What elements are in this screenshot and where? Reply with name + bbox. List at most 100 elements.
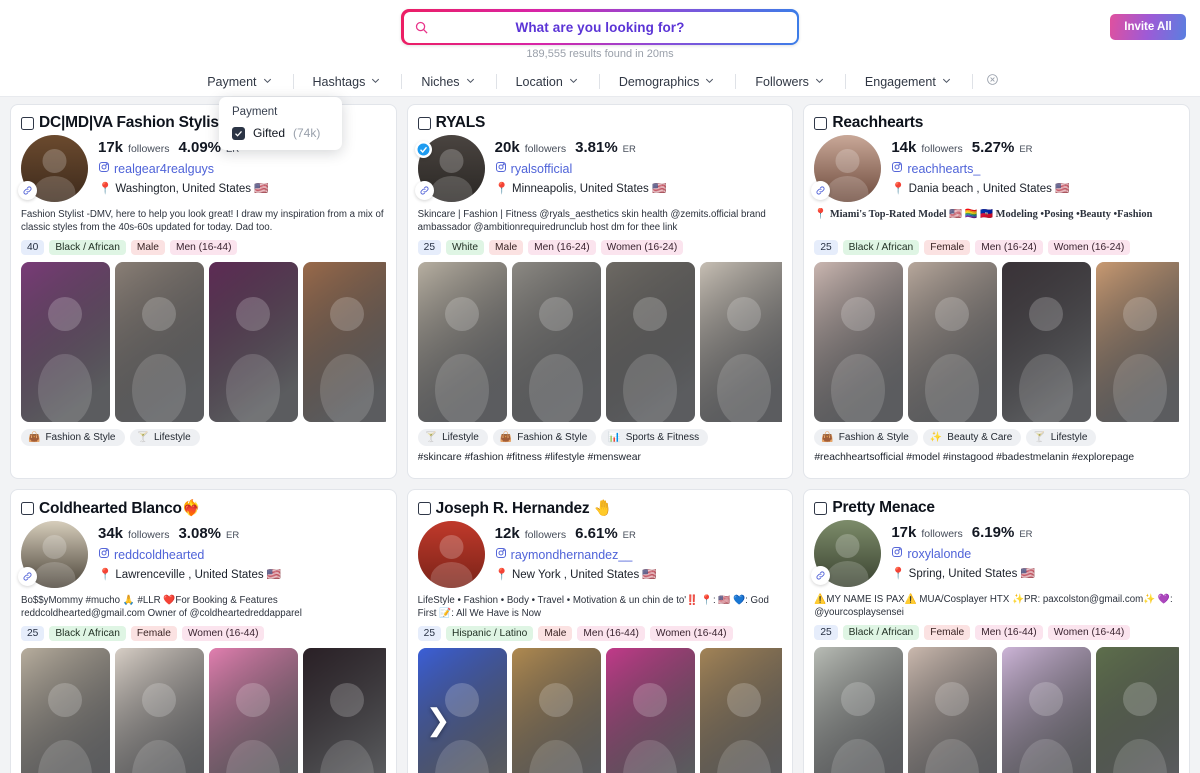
post-thumbnail[interactable] <box>303 262 386 422</box>
tag-gender: Female <box>130 626 177 641</box>
location-row: 📍 Washington, United States 🇺🇸 <box>98 181 269 195</box>
category-chip[interactable]: 👜 Fashion & Style <box>21 429 125 446</box>
post-thumbnail[interactable] <box>814 647 904 773</box>
select-checkbox[interactable] <box>814 116 828 130</box>
carousel-next-arrow-icon[interactable]: ❯ <box>426 706 451 736</box>
filter-engagement[interactable]: Engagement <box>844 73 972 91</box>
post-thumbnail[interactable] <box>209 262 298 422</box>
tag-audience: Men (16-24) <box>975 240 1043 255</box>
select-checkbox[interactable] <box>814 501 828 515</box>
external-link-icon[interactable] <box>18 181 37 200</box>
post-thumbnail[interactable] <box>511 648 601 773</box>
post-thumbnail[interactable] <box>417 262 507 422</box>
influencer-card[interactable]: Pretty Menace 17k followers 6.19% ER rox… <box>803 489 1190 773</box>
instagram-handle[interactable]: roxylalonde <box>907 547 971 561</box>
tag-ethnicity: Hispanic / Latino <box>446 626 534 641</box>
search-bar[interactable]: What are you looking for? <box>401 9 799 45</box>
post-thumbnail[interactable] <box>699 648 783 773</box>
category-chip[interactable]: ✨ Beauty & Care <box>922 429 1022 446</box>
post-thumbnail[interactable] <box>511 262 601 422</box>
filter-payment-label: Payment <box>207 75 257 89</box>
category-icon: 👜 <box>821 432 834 443</box>
post-thumbnail-strip <box>21 262 386 422</box>
verified-badge-icon <box>414 141 432 158</box>
followers-label: followers <box>921 528 963 540</box>
handle-row[interactable]: raymondhernandez__ <box>495 546 657 564</box>
select-checkbox[interactable] <box>21 116 34 130</box>
post-thumbnail[interactable] <box>814 262 904 422</box>
filter-followers-label: Followers <box>755 75 809 89</box>
select-checkbox[interactable] <box>417 502 431 515</box>
handle-row[interactable]: ryalsofficial <box>495 160 667 178</box>
external-link-icon[interactable] <box>811 566 831 585</box>
filter-followers[interactable]: Followers <box>735 73 845 91</box>
handle-row[interactable]: reachhearts_ <box>891 160 1069 178</box>
avatar[interactable] <box>417 521 485 588</box>
select-checkbox[interactable] <box>417 116 431 130</box>
identity-row: 12k followers 6.61% ER raymondhernandez_… <box>417 521 783 588</box>
filter-location-label: Location <box>515 75 563 89</box>
tag-gender: Female <box>924 625 971 640</box>
post-thumbnail[interactable] <box>699 262 783 422</box>
invite-all-button[interactable]: Invite All <box>1110 14 1186 40</box>
instagram-handle[interactable]: raymondhernandez__ <box>511 548 633 562</box>
checkbox-checked-icon[interactable] <box>232 126 245 140</box>
category-chip[interactable]: 👜 Fashion & Style <box>492 429 597 446</box>
category-chip[interactable]: 👜 Fashion & Style <box>814 429 918 446</box>
influencer-card[interactable]: Reachhearts 14k followers 5.27% ER reach… <box>803 104 1190 479</box>
followers-count: 20k <box>494 139 520 156</box>
location-row: 📍 Lawrenceville , United States 🇺🇸 <box>98 567 281 581</box>
filter-niches[interactable]: Niches <box>401 73 495 91</box>
post-thumbnail[interactable] <box>115 262 204 422</box>
select-checkbox[interactable] <box>21 502 34 515</box>
post-thumbnail[interactable] <box>115 648 204 773</box>
post-thumbnail[interactable] <box>1096 262 1179 422</box>
post-thumbnail[interactable] <box>21 262 110 422</box>
post-thumbnail[interactable] <box>303 648 386 773</box>
category-icon: 🍸 <box>1033 432 1046 443</box>
dropdown-option-gifted[interactable]: Gifted (74k) <box>219 126 342 140</box>
external-link-icon[interactable] <box>18 567 37 586</box>
location-text: Dania beach , United States 🇺🇸 <box>908 183 1070 195</box>
category-chip[interactable]: 📊 Sports & Fitness <box>601 429 709 446</box>
influencer-card[interactable]: Coldhearted Blanco❤️‍🔥 34k followers <box>10 489 397 773</box>
handle-row[interactable]: reddcoldhearted <box>98 546 281 564</box>
card-header: Reachhearts <box>814 114 1179 132</box>
stats-column: 12k followers 6.61% ER raymondhernandez_… <box>495 521 657 588</box>
location-row: 📍 Dania beach , United States 🇺🇸 <box>891 181 1069 195</box>
stats-column: 14k followers 5.27% ER reachhearts_ 📍 Da… <box>891 135 1069 202</box>
reset-filters-button[interactable] <box>971 73 1013 91</box>
post-thumbnail[interactable] <box>605 648 695 773</box>
post-thumbnail[interactable] <box>1002 647 1092 773</box>
handle-row[interactable]: realgear4realguys <box>98 160 269 178</box>
location-text: Minneapolis, United States 🇺🇸 <box>511 183 667 195</box>
influencer-card[interactable]: DC|MD|VA Fashion Stylist 17k followers 4… <box>10 104 397 479</box>
influencer-card[interactable]: Joseph R. Hernandez 🤚 12k followers 6.61… <box>406 489 794 773</box>
external-link-icon[interactable] <box>414 181 434 200</box>
post-thumbnail[interactable] <box>908 647 998 773</box>
post-thumbnail[interactable] <box>1002 262 1092 422</box>
influencer-card[interactable]: RYALS 20k followers 3.81% ER ryalsoffici… <box>406 104 794 479</box>
instagram-handle[interactable]: reddcoldhearted <box>114 548 204 562</box>
handle-row[interactable]: roxylalonde <box>891 545 1035 563</box>
filter-payment[interactable]: Payment <box>187 73 292 91</box>
filter-location[interactable]: Location <box>495 73 599 91</box>
instagram-handle[interactable]: reachhearts_ <box>907 162 980 176</box>
post-thumbnail[interactable] <box>605 262 695 422</box>
filter-demographics[interactable]: Demographics <box>598 73 736 91</box>
post-thumbnail[interactable] <box>209 648 298 773</box>
location-text: Lawrenceville , United States 🇺🇸 <box>115 569 282 581</box>
instagram-icon <box>495 160 507 178</box>
post-thumbnail[interactable] <box>908 262 998 422</box>
post-thumbnail-strip <box>417 262 783 422</box>
category-chip[interactable]: 🍸 Lifestyle <box>417 429 488 446</box>
post-thumbnail[interactable] <box>1096 647 1179 773</box>
external-link-icon[interactable] <box>811 181 831 200</box>
tag-gender: Female <box>924 240 971 255</box>
category-chip[interactable]: 🍸 Lifestyle <box>1026 429 1097 446</box>
category-chip[interactable]: 🍸 Lifestyle <box>129 429 200 446</box>
instagram-handle[interactable]: ryalsofficial <box>511 162 573 176</box>
filter-hashtags[interactable]: Hashtags <box>292 73 402 91</box>
post-thumbnail[interactable] <box>21 648 110 773</box>
instagram-handle[interactable]: realgear4realguys <box>114 162 214 176</box>
